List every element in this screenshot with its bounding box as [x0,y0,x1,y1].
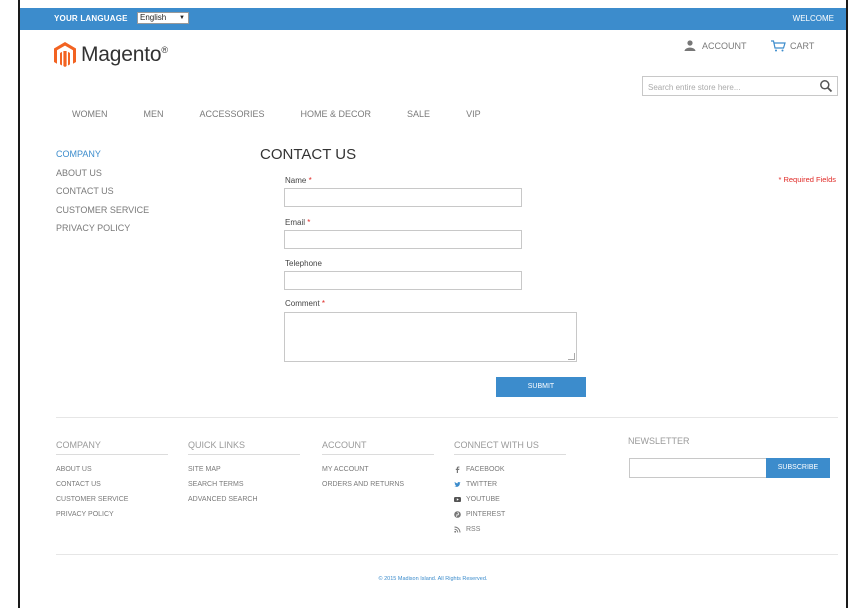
nav-item-women[interactable]: WOMEN [72,109,108,119]
search-input[interactable] [646,78,810,97]
facebook-icon [455,466,460,473]
pinterest-icon [454,511,461,518]
email-label: Email * [285,218,311,227]
cart-label: CART [790,41,815,51]
sidebar-item-contact-us[interactable]: CONTACT US [56,182,149,201]
footer-link-pinterest[interactable]: PINTEREST [454,507,566,522]
search-icon[interactable] [819,79,833,93]
account-label: ACCOUNT [702,40,747,51]
copyright-divider [56,554,838,555]
footer-link-rss[interactable]: RSS [454,522,566,537]
twitter-icon [454,481,461,487]
comment-textarea[interactable] [284,312,577,362]
language-value: English [140,13,167,22]
footer-company-column: COMPANY ABOUT US CONTACT US CUSTOMER SER… [56,440,168,522]
footer-account-title: ACCOUNT [322,440,434,455]
nav-item-men[interactable]: MEN [144,109,164,119]
language-select[interactable]: English ▼ [137,12,189,24]
footer-connect-column: CONNECT WITH US FACEBOOK TWITTER YOUTUBE… [454,440,566,537]
cart-link[interactable]: CART [770,40,814,52]
footer-company-title: COMPANY [56,440,168,455]
rss-icon [454,526,461,533]
nav-item-vip[interactable]: VIP [466,109,481,119]
language-label: YOUR LANGUAGE [54,14,128,23]
footer-link-contact-us[interactable]: CONTACT US [56,477,168,492]
footer-link-search-terms[interactable]: SEARCH TERMS [188,477,300,492]
nav-item-accessories[interactable]: ACCESSORIES [200,109,265,119]
nav-item-home-decor[interactable]: HOME & DECOR [301,109,372,119]
logo[interactable]: Magento® [54,42,168,68]
name-field[interactable] [284,188,522,207]
logo-text: Magento® [81,43,168,66]
subscribe-button[interactable]: SUBSCRIBE [766,458,830,478]
footer-link-twitter[interactable]: TWITTER [454,477,566,492]
resize-grip-icon[interactable] [568,353,575,360]
footer-link-privacy-policy[interactable]: PRIVACY POLICY [56,507,168,522]
dropdown-arrow-icon: ▼ [179,15,185,21]
footer-link-youtube[interactable]: YOUTUBE [454,492,566,507]
footer-link-facebook[interactable]: FACEBOOK [454,462,566,477]
welcome-text: WELCOME [792,14,834,23]
sidebar-item-company[interactable]: COMPANY [56,145,149,164]
footer-connect-title: CONNECT WITH US [454,440,566,455]
footer-link-site-map[interactable]: SITE MAP [188,462,300,477]
sidebar-item-privacy-policy[interactable]: PRIVACY POLICY [56,219,149,238]
magento-logo-icon [54,42,76,67]
newsletter-title: NEWSLETTER [628,436,690,446]
email-field[interactable] [284,230,522,249]
sidebar-nav: COMPANY ABOUT US CONTACT US CUSTOMER SER… [56,145,149,238]
footer-divider [56,417,838,418]
top-bar: YOUR LANGUAGE English ▼ WELCOME [20,8,846,30]
telephone-label: Telephone [285,259,322,268]
footer-link-orders-returns[interactable]: ORDERS AND RETURNS [322,477,434,492]
footer-link-advanced-search[interactable]: ADVANCED SEARCH [188,492,300,507]
footer-link-customer-service[interactable]: CUSTOMER SERVICE [56,492,168,507]
telephone-field[interactable] [284,271,522,290]
required-fields-note: * Required Fields [778,175,836,184]
user-icon [684,40,696,51]
footer-link-my-account[interactable]: MY ACCOUNT [322,462,434,477]
search-box [642,76,838,97]
newsletter-email-input[interactable] [629,458,767,478]
cart-icon [771,40,786,52]
footer-quick-links-title: QUICK LINKS [188,440,300,455]
sidebar-item-about-us[interactable]: ABOUT US [56,164,149,183]
footer-account-column: ACCOUNT MY ACCOUNT ORDERS AND RETURNS [322,440,434,492]
footer-link-about-us[interactable]: ABOUT US [56,462,168,477]
submit-button[interactable]: SUBMIT [496,377,586,397]
copyright-text: © 2015 Madison Island. All Rights Reserv… [378,576,488,582]
nav-item-sale[interactable]: SALE [407,109,430,119]
page-frame: YOUR LANGUAGE English ▼ WELCOME Magento®… [18,0,848,608]
name-label: Name * [285,176,312,185]
sidebar-item-customer-service[interactable]: CUSTOMER SERVICE [56,201,149,220]
page-title: CONTACT US [260,146,357,163]
comment-label: Comment * [285,299,326,308]
footer-quick-links-column: QUICK LINKS SITE MAP SEARCH TERMS ADVANC… [188,440,300,507]
main-nav: WOMEN MEN ACCESSORIES HOME & DECOR SALE … [72,109,517,119]
account-link[interactable]: ACCOUNT [684,40,747,51]
youtube-icon [454,497,461,502]
